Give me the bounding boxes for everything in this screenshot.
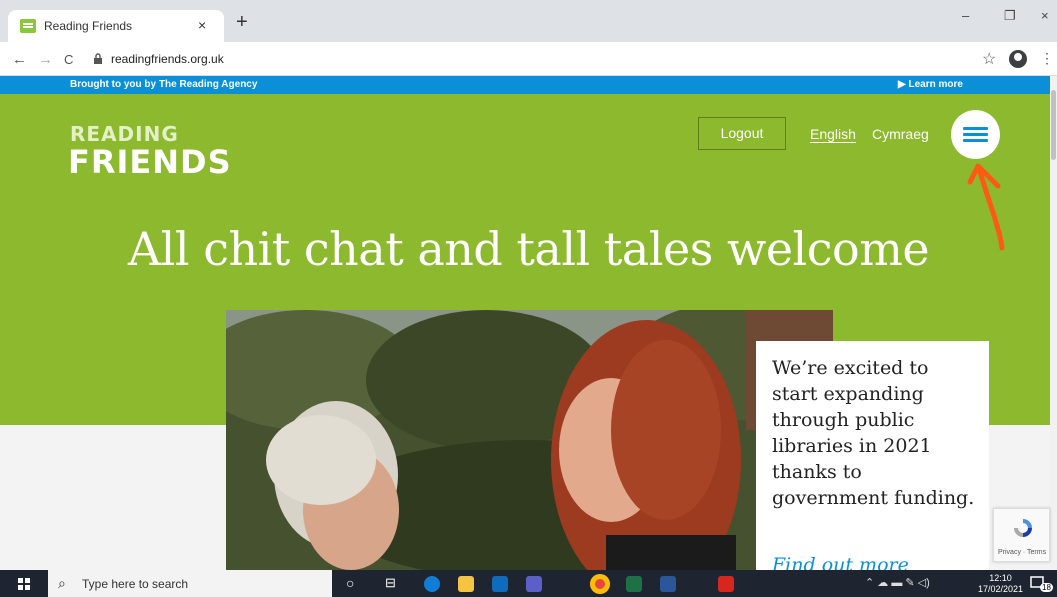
agency-name: The Reading Agency xyxy=(158,79,258,90)
task-view-icon[interactable]: ⊟ xyxy=(385,575,396,591)
hamburger-menu-button[interactable] xyxy=(951,110,1000,159)
logout-button[interactable]: Logout xyxy=(698,117,786,150)
language-english-link[interactable]: English xyxy=(810,126,856,143)
file-explorer-icon[interactable] xyxy=(458,576,474,592)
scrollbar-thumb[interactable] xyxy=(1051,90,1056,160)
teams-icon[interactable] xyxy=(526,576,542,592)
menu-bar-icon xyxy=(963,139,988,142)
windows-start-icon[interactable] xyxy=(18,578,30,590)
notification-count-badge: 18 xyxy=(1040,583,1053,592)
browser-toolbar: ← → C readingfriends.org.uk ☆ ⋮ xyxy=(0,42,1057,76)
browser-tab-bar: Reading Friends × + – ❐ × xyxy=(0,0,1057,42)
tab-close-button[interactable]: × xyxy=(198,17,206,33)
profile-avatar-icon[interactable] xyxy=(1009,50,1027,68)
excel-icon[interactable] xyxy=(626,576,642,592)
minimize-button[interactable]: – xyxy=(962,8,969,23)
menu-bar-icon xyxy=(963,127,988,130)
card-text: We’re excited to start expanding through… xyxy=(772,357,975,509)
forward-button[interactable]: → xyxy=(38,51,53,68)
search-icon: ⌕ xyxy=(58,575,66,591)
maximize-button[interactable]: ❐ xyxy=(1004,8,1016,24)
back-button[interactable]: ← xyxy=(12,51,27,68)
logo-friends[interactable]: FRIENDS xyxy=(68,144,232,180)
brought-to-you-text: Brought to you by The Reading Agency xyxy=(70,79,257,90)
recaptcha-badge[interactable]: Privacy · Terms xyxy=(993,508,1050,562)
address-bar[interactable]: readingfriends.org.uk xyxy=(111,52,224,66)
new-tab-button[interactable]: + xyxy=(236,12,248,32)
brought-prefix: Brought to you by xyxy=(70,79,159,90)
page-headline: All chit chat and tall tales welcome xyxy=(127,222,930,276)
taskbar-clock[interactable]: 12:10 17/02/2021 xyxy=(978,573,1023,595)
find-out-more-link[interactable]: Find out more xyxy=(772,554,909,570)
browser-tab[interactable]: Reading Friends × xyxy=(8,10,224,42)
recaptcha-icon xyxy=(1014,519,1032,537)
menu-bar-icon xyxy=(963,133,988,136)
edge-icon[interactable] xyxy=(424,576,440,592)
agency-strip: Brought to you by The Reading Agency ▶ L… xyxy=(0,76,1050,94)
system-tray-icons[interactable]: ⌃ ☁ ▬ ✎ ◁) xyxy=(865,576,930,589)
clock-date: 17/02/2021 xyxy=(978,584,1024,594)
reading-friends-favicon-icon xyxy=(20,19,36,33)
learn-more-link[interactable]: ▶ Learn more xyxy=(898,79,963,90)
chrome-icon[interactable] xyxy=(590,574,610,594)
recaptcha-links[interactable]: Privacy · Terms xyxy=(998,549,1046,556)
language-welsh-link[interactable]: Cymraeg xyxy=(872,126,929,142)
lock-icon xyxy=(94,53,102,64)
taskbar-search-placeholder: Type here to search xyxy=(82,577,189,591)
cortana-icon[interactable]: ○ xyxy=(346,575,354,591)
browser-menu-icon[interactable]: ⋮ xyxy=(1040,50,1054,67)
tab-title: Reading Friends xyxy=(44,19,133,33)
news-card: We’re excited to start expanding through… xyxy=(756,341,989,570)
windows-taskbar: ⌕ Type here to search ○ ⊟ ⌃ ☁ ▬ ✎ ◁) 12:… xyxy=(0,570,1057,597)
acrobat-icon[interactable] xyxy=(718,576,734,592)
clock-time: 12:10 xyxy=(989,573,1012,583)
outlook-icon[interactable] xyxy=(492,576,508,592)
word-icon[interactable] xyxy=(660,576,676,592)
reload-button[interactable]: C xyxy=(64,52,73,67)
bookmark-star-icon[interactable]: ☆ xyxy=(982,49,996,69)
hero-photo xyxy=(226,310,833,570)
close-window-button[interactable]: × xyxy=(1041,8,1049,23)
taskbar-search-box[interactable]: ⌕ Type here to search xyxy=(48,570,332,597)
